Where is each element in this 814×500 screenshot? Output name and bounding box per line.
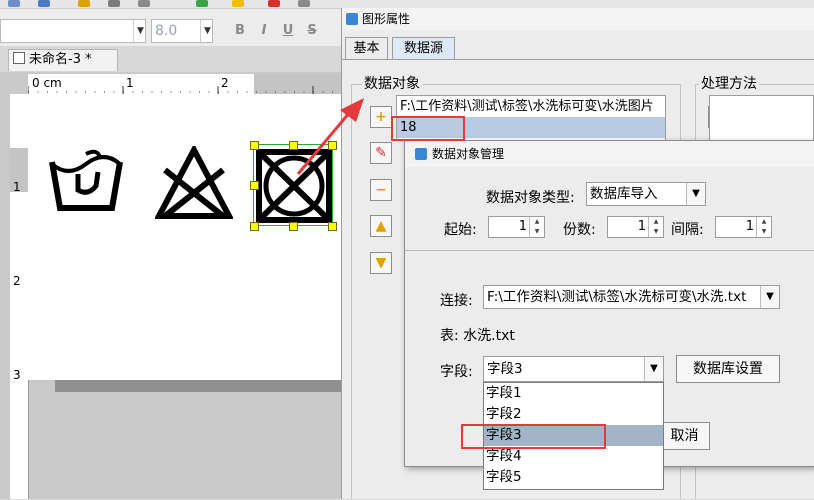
- copies-value: 1: [637, 219, 646, 234]
- spin-up-icon[interactable]: ▲: [757, 217, 771, 227]
- vruler-label-3: 3: [13, 368, 21, 382]
- document-tab[interactable]: 未命名-3 *: [8, 49, 118, 71]
- start-value: 1: [518, 219, 527, 234]
- edit-object-button[interactable]: ✎: [370, 142, 392, 164]
- ruler-label-1: 1: [126, 76, 134, 90]
- vruler-label-1: 1: [13, 180, 21, 194]
- cut-icon[interactable]: [108, 0, 120, 7]
- no-bleach-symbol[interactable]: [155, 146, 233, 220]
- edit-icon: ✎: [375, 145, 387, 161]
- spin-down-icon[interactable]: ▼: [649, 227, 663, 237]
- arrow-down-icon: ▼: [375, 255, 387, 271]
- zoom-icon[interactable]: [138, 0, 150, 7]
- chevron-down-icon[interactable]: ▼: [644, 357, 663, 381]
- dropdown-option[interactable]: 字段2: [484, 404, 663, 425]
- cancel-button[interactable]: 取消: [660, 422, 710, 450]
- italic-button[interactable]: I: [256, 22, 272, 40]
- paper-shadow: [55, 380, 345, 392]
- field-select[interactable]: 字段3 ▼: [483, 356, 664, 382]
- connection-label: 连接:: [440, 293, 473, 309]
- annotation-highlight-box: [461, 424, 606, 449]
- disk-icon[interactable]: [38, 0, 50, 7]
- underline-button[interactable]: U: [280, 22, 296, 40]
- move-down-button[interactable]: ▼: [370, 252, 392, 274]
- ruler-ticks: [28, 86, 345, 94]
- dialog-separator: [405, 250, 814, 251]
- gear-icon[interactable]: [78, 0, 90, 7]
- object-type-value: 数据库导入: [590, 186, 658, 202]
- font-size-value: 8.0: [155, 23, 178, 39]
- spin-down-icon[interactable]: ▼: [530, 227, 544, 237]
- resize-handle[interactable]: [250, 222, 259, 231]
- annotation-arrow: [296, 98, 364, 175]
- app-icon: [346, 13, 358, 25]
- chevron-down-icon[interactable]: ▼: [200, 20, 214, 42]
- vruler-label-2: 2: [13, 274, 21, 288]
- processing-label: 处理方法: [699, 73, 759, 93]
- dropdown-option[interactable]: 字段1: [484, 383, 663, 404]
- list-item[interactable]: F:\工作资料\测试\标签\水洗标可变\水洗图片: [397, 96, 665, 117]
- ruler-label-0: 0 cm: [32, 76, 62, 90]
- interval-spinner[interactable]: 1 ▲ ▼: [715, 216, 772, 238]
- annotation-highlight-box: [391, 116, 465, 141]
- interval-label: 间隔:: [671, 222, 704, 238]
- plus-icon: +: [375, 109, 387, 125]
- copy-icon[interactable]: [298, 0, 310, 7]
- field-value: 字段3: [487, 361, 523, 377]
- dropdown-option[interactable]: 字段4: [484, 446, 663, 467]
- chevron-down-icon[interactable]: ▼: [133, 20, 147, 42]
- resize-handle[interactable]: [289, 222, 298, 231]
- hand-wash-symbol[interactable]: [48, 148, 126, 214]
- spin-up-icon[interactable]: ▲: [649, 217, 663, 227]
- tab-data-source[interactable]: 数据源: [392, 37, 455, 59]
- remove-object-button[interactable]: −: [370, 179, 392, 201]
- document-icon: [13, 52, 25, 64]
- start-spinner[interactable]: 1 ▲ ▼: [488, 216, 545, 238]
- spin-up-icon[interactable]: ▲: [530, 217, 544, 227]
- dropdown-option[interactable]: 字段5: [484, 467, 663, 488]
- arrow-up-icon: ▲: [375, 218, 387, 234]
- chevron-down-icon[interactable]: ▼: [686, 183, 705, 205]
- start-label: 起始:: [444, 222, 477, 238]
- dialog-titlebar[interactable]: 数据对象管理: [405, 141, 814, 167]
- dialog-title: 数据对象管理: [432, 147, 505, 161]
- data-object-label: 数据对象: [362, 73, 422, 93]
- minus-icon: −: [375, 182, 387, 198]
- resize-handle[interactable]: [328, 222, 337, 231]
- resize-handle[interactable]: [250, 181, 259, 190]
- strikethrough-button[interactable]: S: [304, 22, 320, 40]
- copies-label: 份数:: [563, 222, 596, 238]
- resize-handle[interactable]: [250, 141, 259, 150]
- save-icon[interactable]: [8, 0, 20, 7]
- spin-down-icon[interactable]: ▼: [757, 227, 771, 237]
- copies-spinner[interactable]: 1 ▲ ▼: [607, 216, 664, 238]
- move-up-button[interactable]: ▲: [370, 215, 392, 237]
- font-name-combo[interactable]: [0, 19, 146, 43]
- chevron-down-icon[interactable]: ▼: [760, 286, 779, 308]
- object-type-select[interactable]: 数据库导入 ▼: [586, 182, 706, 206]
- database-settings-button[interactable]: 数据库设置: [676, 355, 780, 383]
- refresh-icon[interactable]: [196, 0, 208, 7]
- document-tab-title: 未命名-3 *: [29, 52, 92, 67]
- table-label: 表: 水洗.txt: [440, 328, 515, 344]
- object-type-label: 数据对象类型:: [486, 190, 575, 206]
- app-icon: [415, 148, 427, 160]
- folder-icon[interactable]: [232, 0, 244, 7]
- connection-select[interactable]: F:\工作资料\测试\标签\水洗标可变\水洗.txt ▼: [483, 285, 780, 309]
- vertical-ruler: 1 2 3: [10, 94, 29, 499]
- interval-value: 1: [745, 219, 754, 234]
- window-title: 图形属性: [362, 12, 411, 26]
- tab-basic[interactable]: 基本: [345, 37, 388, 59]
- window-titlebar[interactable]: 图形属性: [342, 8, 814, 30]
- add-object-button[interactable]: +: [370, 106, 392, 128]
- ruler-label-2: 2: [221, 76, 229, 90]
- field-label: 字段:: [440, 364, 473, 380]
- delete-icon[interactable]: [268, 0, 280, 7]
- connection-value: F:\工作资料\测试\标签\水洗标可变\水洗.txt: [487, 289, 747, 305]
- bold-button[interactable]: B: [232, 22, 248, 40]
